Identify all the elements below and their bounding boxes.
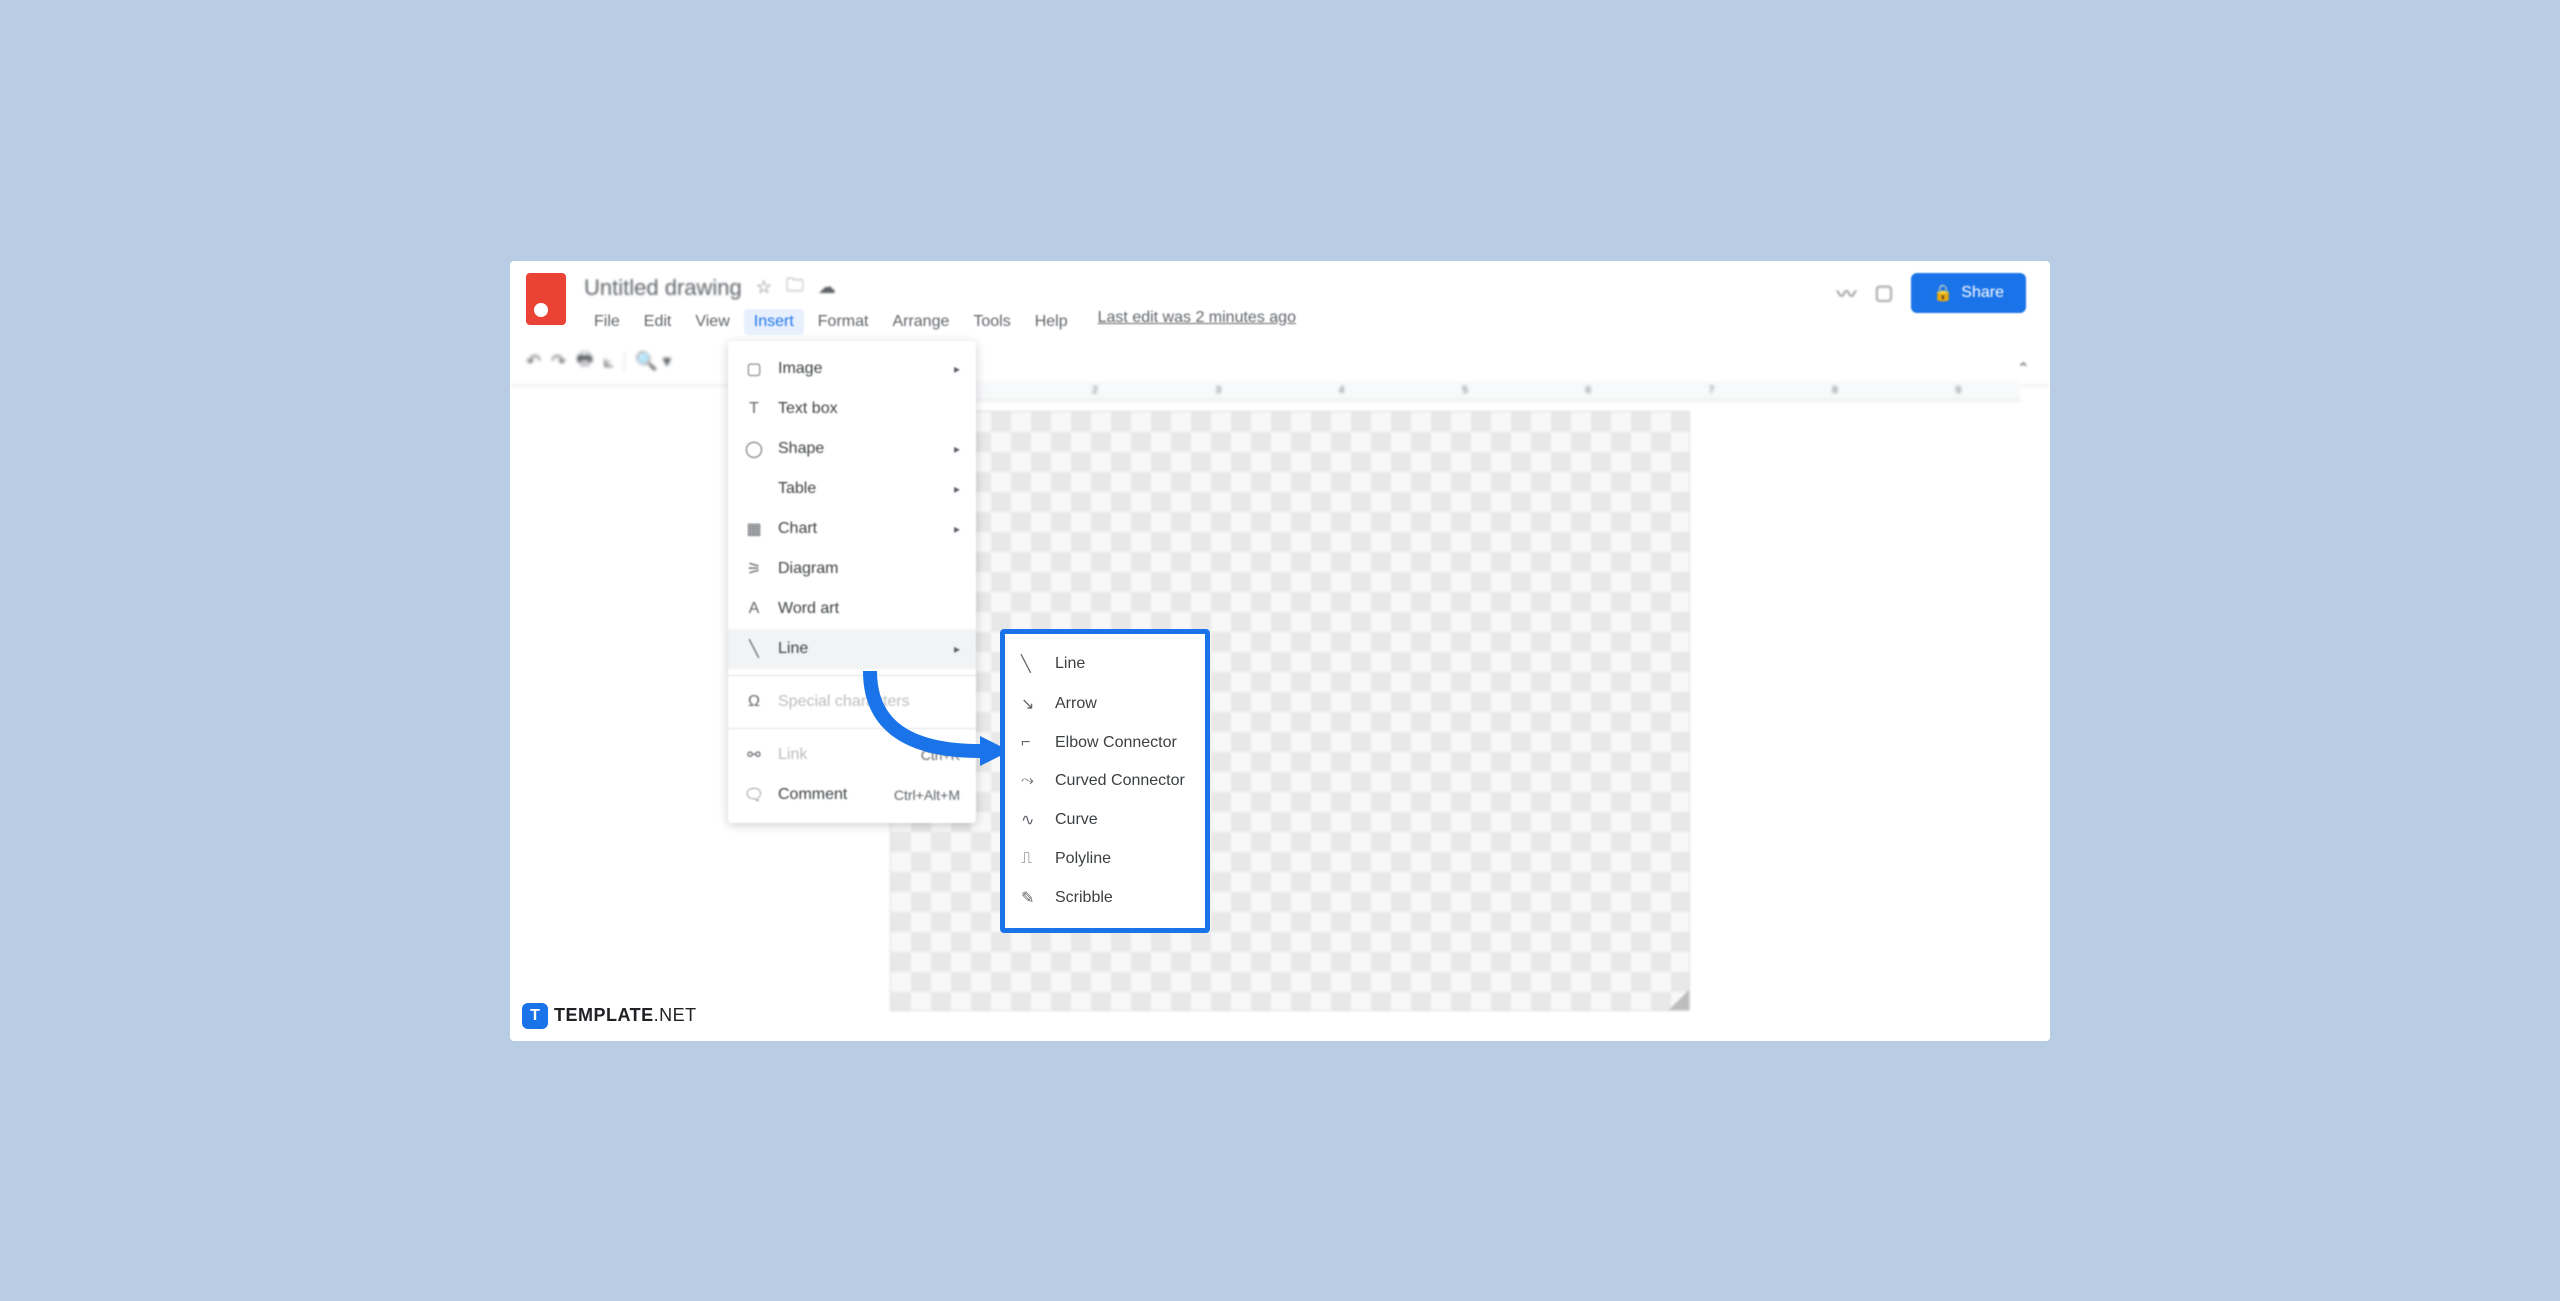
header: Untitled drawing ☆ 🗀 ☁ File Edit View In… (510, 261, 2050, 339)
resize-handle[interactable] (1669, 990, 1689, 1010)
line-scribble[interactable]: ✎ Scribble (1005, 878, 1205, 918)
link-icon: ⚯ (744, 745, 764, 765)
line-arrow[interactable]: ↘ Arrow (1005, 684, 1205, 724)
elbow-connector-icon: ⌐ (1021, 734, 1041, 752)
special-chars-icon: Ω (744, 692, 764, 712)
watermark-text: TEMPLATE.NET (554, 1005, 697, 1026)
collapse-icon[interactable]: ⌃ (2017, 359, 2030, 379)
paint-format-icon[interactable]: ⟀ (603, 351, 614, 372)
undo-icon[interactable]: ↶ (526, 351, 541, 372)
line-curve[interactable]: ∿ Curve (1005, 800, 1205, 840)
insert-image[interactable]: ▢ Image ▸ (728, 349, 976, 389)
textbox-icon: T (744, 399, 764, 419)
submenu-arrow-icon: ▸ (954, 522, 960, 536)
polyline-tool-icon: ⎍ (1021, 850, 1041, 868)
menu-format[interactable]: Format (808, 309, 879, 335)
app-window: Untitled drawing ☆ 🗀 ☁ File Edit View In… (510, 261, 2050, 1041)
header-actions: 〰 ▢ 🔒 Share (1836, 273, 2034, 313)
insert-shape[interactable]: ◯ Shape ▸ (728, 429, 976, 469)
activity-icon[interactable]: 〰 (1836, 278, 1856, 307)
comments-icon[interactable]: ▢ (1874, 280, 1893, 305)
scribble-tool-icon: ✎ (1021, 888, 1041, 908)
move-folder-icon[interactable]: 🗀 (786, 273, 804, 303)
document-title[interactable]: Untitled drawing (584, 275, 742, 301)
separator (624, 352, 625, 372)
share-label: Share (1961, 284, 2004, 302)
table-icon (744, 479, 764, 499)
redo-icon[interactable]: ↷ (551, 351, 566, 372)
menu-view[interactable]: View (685, 309, 739, 335)
submenu-arrow-icon: ▸ (954, 642, 960, 656)
insert-chart[interactable]: ▦ Chart ▸ (728, 509, 976, 549)
submenu-arrow-icon: ▸ (954, 362, 960, 376)
line-icon: ╲ (744, 639, 764, 659)
watermark: T TEMPLATE.NET (522, 1003, 697, 1029)
line-tool-icon: ╲ (1021, 654, 1041, 674)
diagram-icon: ⚞ (744, 559, 764, 579)
line-submenu: ╲ Line ↘ Arrow ⌐ Elbow Connector ⤳ Curve… (1000, 629, 1210, 933)
menu-tools[interactable]: Tools (963, 309, 1020, 335)
menu-help[interactable]: Help (1025, 309, 1078, 335)
insert-textbox[interactable]: T Text box (728, 389, 976, 429)
curved-connector-icon: ⤳ (1021, 772, 1041, 790)
submenu-arrow-icon: ▸ (954, 482, 960, 496)
insert-table[interactable]: Table ▸ (728, 469, 976, 509)
callout-arrow (850, 661, 1010, 781)
menu-bar: File Edit View Insert Format Arrange Too… (584, 309, 1836, 335)
print-icon[interactable]: 🖶 (576, 347, 593, 377)
insert-diagram[interactable]: ⚞ Diagram (728, 549, 976, 589)
menu-arrange[interactable]: Arrange (882, 309, 959, 335)
insert-wordart[interactable]: A Word art (728, 589, 976, 629)
menu-edit[interactable]: Edit (634, 309, 682, 335)
lock-icon: 🔒 (1933, 283, 1953, 303)
star-icon[interactable]: ☆ (756, 277, 772, 298)
image-icon: ▢ (744, 359, 764, 379)
chart-icon: ▦ (744, 519, 764, 539)
line-curved[interactable]: ⤳ Curved Connector (1005, 762, 1205, 800)
watermark-logo-icon: T (522, 1003, 548, 1029)
last-edit-link[interactable]: Last edit was 2 minutes ago (1098, 309, 1296, 335)
menu-file[interactable]: File (584, 309, 630, 335)
cloud-status-icon[interactable]: ☁ (818, 277, 836, 298)
menu-insert[interactable]: Insert (744, 309, 804, 335)
line-elbow[interactable]: ⌐ Elbow Connector (1005, 724, 1205, 762)
curve-tool-icon: ∿ (1021, 810, 1041, 830)
arrow-tool-icon: ↘ (1021, 694, 1041, 714)
zoom-icon[interactable]: 🔍 ▾ (635, 351, 671, 372)
title-area: Untitled drawing ☆ 🗀 ☁ File Edit View In… (584, 273, 1836, 335)
wordart-icon: A (744, 599, 764, 619)
shape-icon: ◯ (744, 439, 764, 459)
ruler-horizontal: 123 456 789 (890, 381, 2020, 401)
drawings-app-icon[interactable] (526, 273, 566, 325)
insert-comment[interactable]: 🗨 Comment Ctrl+Alt+M (728, 775, 976, 815)
share-button[interactable]: 🔒 Share (1911, 273, 2026, 313)
comment-icon: 🗨 (744, 785, 764, 805)
submenu-arrow-icon: ▸ (954, 442, 960, 456)
line-line[interactable]: ╲ Line (1005, 644, 1205, 684)
line-polyline[interactable]: ⎍ Polyline (1005, 840, 1205, 878)
